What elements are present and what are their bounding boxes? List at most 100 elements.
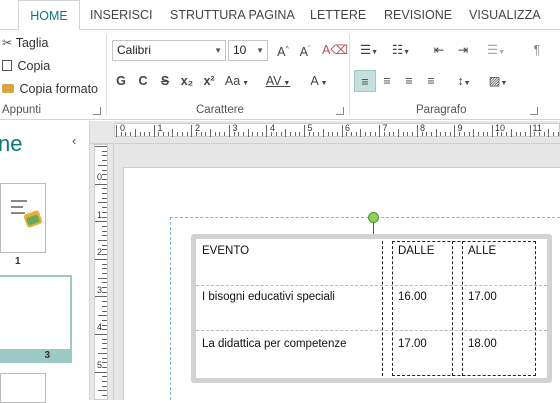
cut-label: Taglia: [15, 36, 49, 50]
ruler-number: 5: [97, 359, 103, 370]
ruler-tick: [102, 249, 107, 251]
ruler-tick: [252, 132, 254, 136]
row-guide: [392, 375, 536, 376]
font-color-button[interactable]: A ▼: [306, 70, 332, 92]
ruler-tick: [186, 132, 188, 136]
tab-lettere[interactable]: LETTERE: [310, 0, 366, 30]
table-cell[interactable]: 18.00: [452, 332, 547, 378]
table-header-cell[interactable]: EVENTO: [196, 239, 382, 285]
font-size-select[interactable]: 10 ▼: [228, 40, 268, 61]
table-header-cell[interactable]: ALLE: [452, 239, 547, 285]
ruler-tick: [195, 132, 197, 136]
change-case-button[interactable]: Aa ▼: [222, 70, 252, 92]
scissors-icon: ✂: [2, 36, 13, 50]
character-spacing-button[interactable]: AV ▼: [262, 70, 294, 92]
ruler-tick: [102, 348, 107, 350]
ruler-tick: [426, 132, 428, 136]
horizontal-ruler[interactable]: 0 1 2 3 4 5 6 7 8 9 10 11: [90, 121, 560, 144]
table-row: La didattica per competenze 17.00 18.00: [196, 332, 547, 378]
paragrafo-launcher-icon[interactable]: [530, 107, 538, 115]
justify-icon[interactable]: ≡: [420, 70, 442, 92]
ruler-tick: [524, 132, 526, 136]
ruler-tick: [313, 132, 315, 136]
columns-icon[interactable]: ☰▼: [482, 39, 510, 61]
table-cell[interactable]: 17.00: [452, 285, 547, 331]
page-number: 3: [0, 349, 70, 363]
column-guide: [392, 241, 393, 376]
vertical-ruler[interactable]: 012345: [90, 144, 114, 400]
shading-icon[interactable]: ▨▼: [484, 70, 512, 92]
ruler-tick: [102, 188, 107, 190]
ruler-tick: [454, 125, 456, 137]
ruler-tick: [102, 244, 107, 246]
thumb-line: [11, 200, 27, 202]
ruler-tick: [430, 132, 432, 136]
events-table[interactable]: EVENTO DALLE ALLE I bisogni educativi speci…: [196, 239, 547, 378]
align-right-icon[interactable]: ≡: [398, 70, 420, 92]
numbering-icon[interactable]: ☷▼: [388, 39, 414, 61]
table-cell[interactable]: La didattica per competenze: [196, 332, 382, 378]
pilcrow-icon[interactable]: ¶: [526, 39, 548, 61]
ruler-tick: [120, 132, 122, 136]
superscript-button[interactable]: x²: [198, 70, 220, 92]
ruler-tick: [102, 211, 107, 213]
appunti-launcher-icon[interactable]: [93, 107, 101, 115]
ruler-tick: [95, 221, 107, 223]
copy-button[interactable]: Copia: [2, 56, 50, 76]
rotation-handle[interactable]: [368, 212, 379, 223]
bullets-icon[interactable]: ☰▼: [356, 39, 382, 61]
decrease-indent-icon[interactable]: ⇤: [428, 39, 450, 61]
ruler-tick: [158, 132, 160, 136]
ruler-tick: [102, 319, 107, 321]
clear-formatting-icon[interactable]: A⌫: [322, 39, 348, 61]
increase-indent-icon[interactable]: ⇥: [452, 39, 474, 61]
ruler-tick: [191, 125, 193, 137]
ruler-tick: [214, 132, 216, 136]
carattere-launcher-icon[interactable]: [336, 107, 344, 115]
ruler-tick: [102, 310, 107, 312]
line-spacing-icon[interactable]: ↕▼: [450, 70, 478, 92]
ruler-tick: [275, 132, 277, 136]
cut-button[interactable]: ✂ Taglia: [2, 33, 48, 53]
collapse-pane-icon[interactable]: ‹: [72, 133, 76, 148]
page-number: 1: [15, 256, 21, 267]
grow-font-icon[interactable]: A^: [272, 39, 294, 61]
page-thumbnail[interactable]: [0, 183, 46, 253]
shrink-font-icon[interactable]: Aˇ: [294, 39, 316, 61]
align-left-icon[interactable]: ≡: [354, 70, 376, 92]
column-guide: [462, 241, 463, 376]
subscript-button[interactable]: x₂: [176, 70, 198, 92]
ruler-tick: [383, 132, 385, 136]
ruler-tick: [148, 132, 150, 136]
ruler-tick: [95, 258, 107, 260]
selected-page-frame[interactable]: 3: [0, 275, 72, 363]
ruler-tick: [102, 197, 107, 199]
tab-visualizza[interactable]: VISUALIZZA: [469, 0, 541, 30]
strikethrough-button[interactable]: S: [154, 70, 176, 92]
ruler-tick: [233, 132, 235, 136]
ruler-tick: [529, 125, 531, 137]
tab-revisione[interactable]: REVISIONE: [384, 0, 452, 30]
bold-button[interactable]: G: [110, 70, 132, 92]
font-name-value: Calibri: [117, 43, 152, 57]
tab-inserisci[interactable]: INSERISCI: [90, 0, 153, 30]
ruler-tick: [95, 371, 107, 373]
page-thumbnail[interactable]: [0, 373, 46, 403]
table-frame[interactable]: EVENTO DALLE ALLE I bisogni educativi speci…: [191, 234, 552, 383]
font-name-select[interactable]: Calibri ▼: [112, 40, 226, 61]
align-center-icon[interactable]: ≡: [376, 70, 398, 92]
ruler-tick: [102, 263, 107, 265]
ruler-tick: [285, 129, 287, 137]
tab-home[interactable]: HOME: [18, 0, 80, 31]
format-painter-button[interactable]: Copia formato: [2, 79, 98, 99]
ruler-tick: [102, 395, 107, 397]
pane-title: ne: [0, 131, 23, 156]
ruler-tick: [341, 125, 343, 137]
copy-label: Copia: [17, 59, 51, 73]
ruler-tick: [463, 132, 465, 136]
table-cell[interactable]: I bisogni educativi speciali: [196, 285, 382, 331]
ruler-tick: [257, 132, 258, 136]
italic-button[interactable]: C: [132, 70, 154, 92]
tab-struttura-pagina[interactable]: STRUTTURA PAGINA: [170, 0, 295, 30]
column-guide: [535, 241, 536, 376]
